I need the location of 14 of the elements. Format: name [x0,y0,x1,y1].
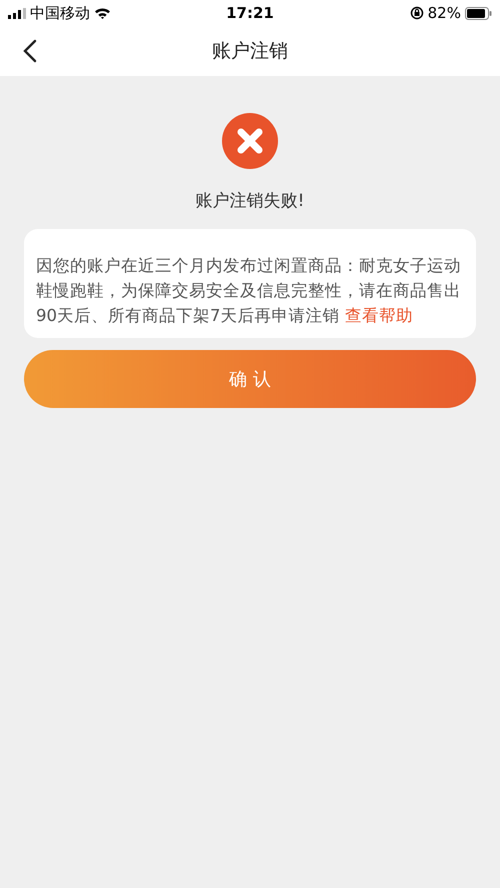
status-time: 17:21 [226,4,274,22]
page-title: 账户注销 [212,39,288,64]
help-link[interactable]: 查看帮助 [344,306,413,325]
back-icon[interactable] [22,39,38,63]
battery-percent: 82% [428,4,461,22]
rotation-lock-icon [410,6,424,20]
error-icon [222,113,278,169]
result-title: 账户注销失败! [196,190,304,212]
carrier-name: 中国移动 [30,4,90,22]
battery-icon [464,6,492,20]
confirm-button[interactable]: 确 认 [24,350,476,408]
message-text: 因您的账户在近三个月内发布过闲置商品：耐克女子运动鞋慢跑鞋，为保障交易安全及信息完整性，请在商品售出90天后、所有商品下架7天后再申请注销 查看帮助 [36,255,462,327]
signal-icon [8,8,26,18]
wifi-icon [94,7,111,19]
